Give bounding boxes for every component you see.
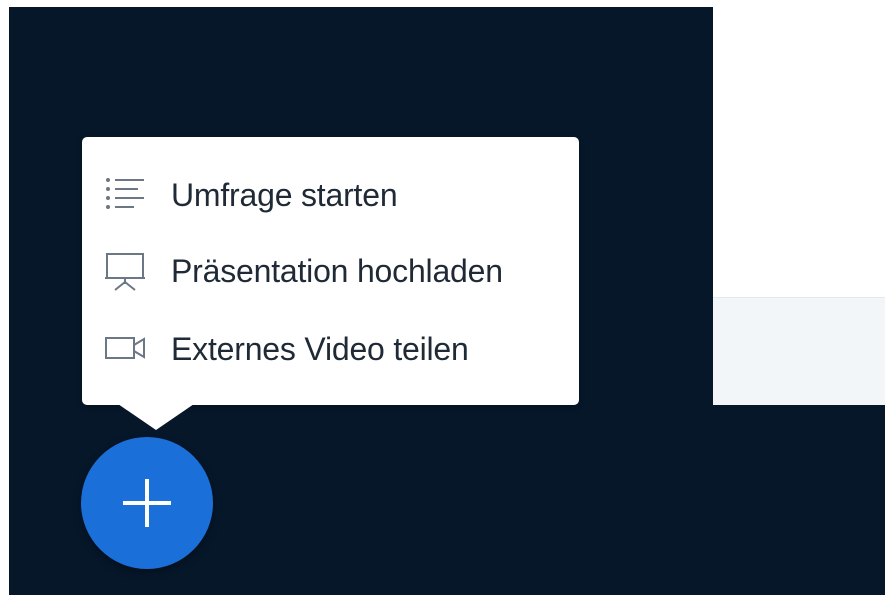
app-window: Umfrage starten Präsentation hochladen E… xyxy=(0,0,885,595)
video-camera-icon xyxy=(102,326,148,372)
menu-item-label: Umfrage starten xyxy=(171,176,398,213)
actions-button[interactable] xyxy=(81,437,213,569)
side-panel-strip xyxy=(713,297,885,405)
menu-item-share-external-video[interactable]: Externes Video teilen xyxy=(82,314,579,384)
list-icon xyxy=(102,172,148,218)
plus-icon xyxy=(117,473,177,533)
menu-item-start-poll[interactable]: Umfrage starten xyxy=(82,160,579,230)
menu-item-label: Präsentation hochladen xyxy=(171,252,503,289)
actions-menu-pointer xyxy=(118,404,194,430)
menu-item-label: Externes Video teilen xyxy=(171,330,469,367)
presentation-icon xyxy=(102,248,148,294)
menu-item-upload-presentation[interactable]: Präsentation hochladen xyxy=(82,236,579,306)
